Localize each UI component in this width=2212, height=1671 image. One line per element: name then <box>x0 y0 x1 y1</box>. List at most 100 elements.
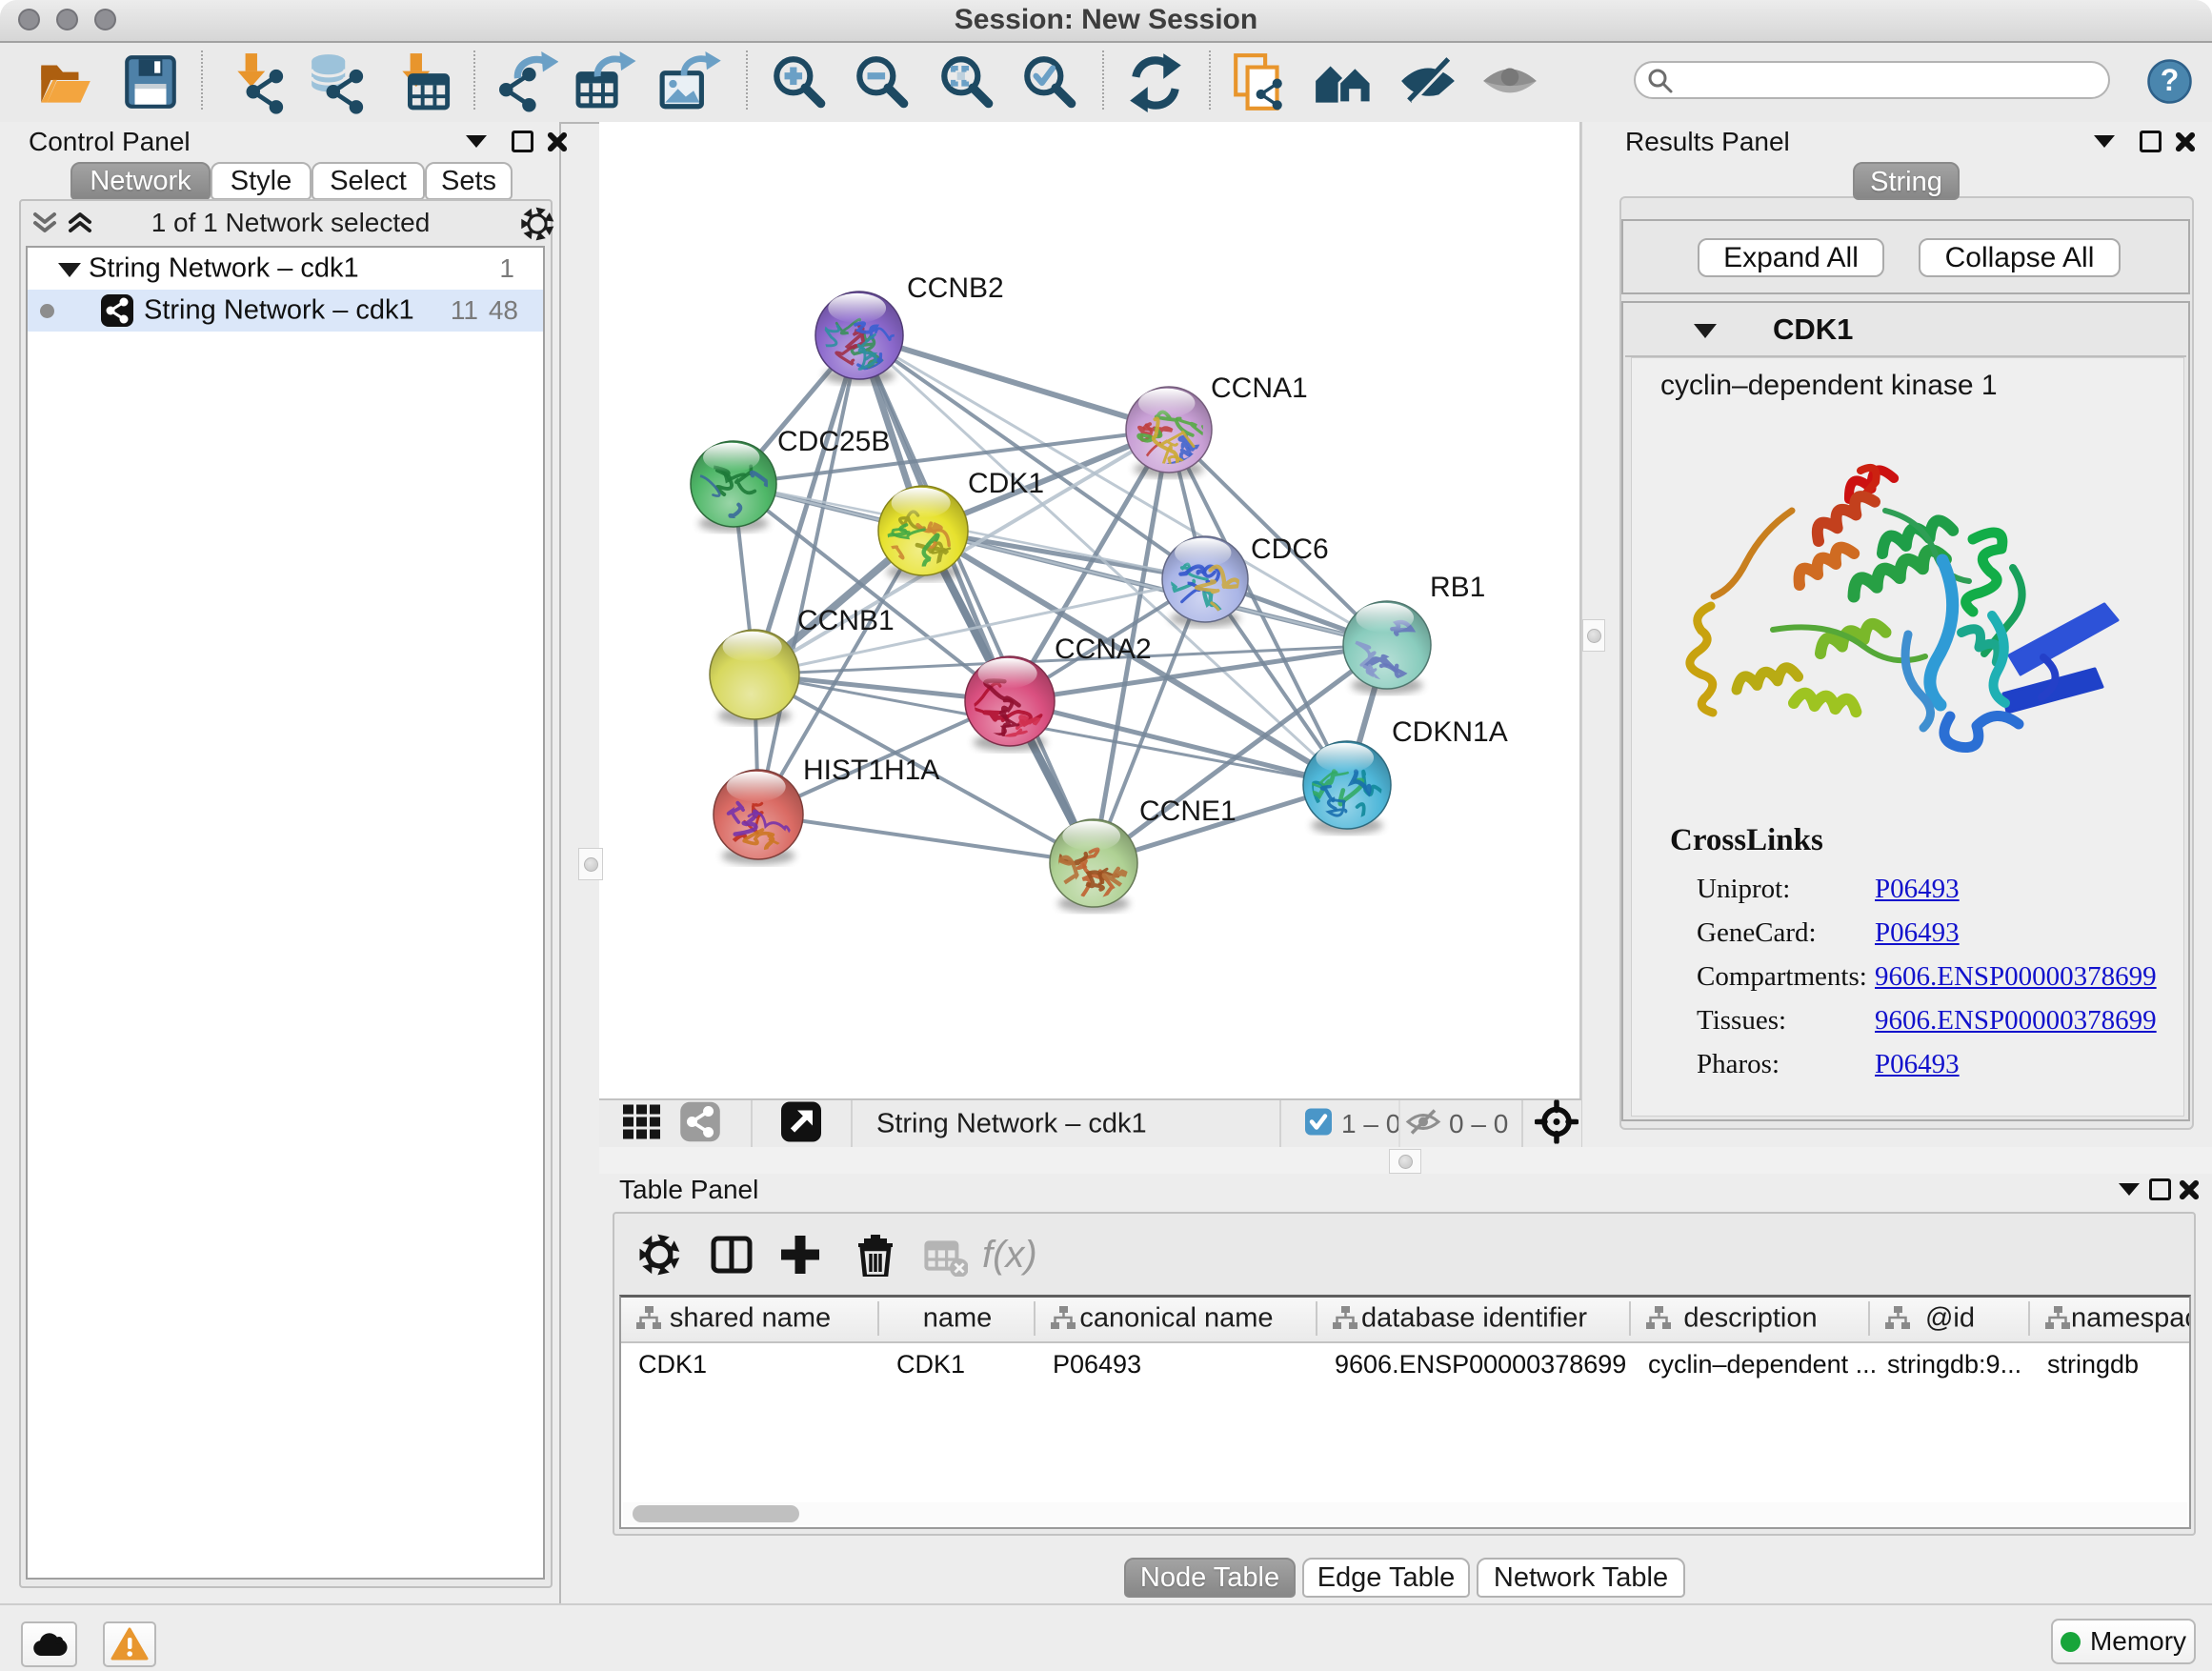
crosslink-row: Pharos: P06493 <box>1697 1049 1780 1080</box>
tab-network-table[interactable]: Network Table <box>1477 1558 1685 1598</box>
expand-all-networks-icon[interactable] <box>64 210 96 238</box>
right-splitter-handle[interactable] <box>1582 619 1605 652</box>
table-delete-icon[interactable] <box>853 1233 896 1277</box>
zoom-in-icon[interactable] <box>768 51 831 114</box>
control-tab-style[interactable]: Style <box>211 162 312 200</box>
search-box[interactable] <box>1634 61 2110 99</box>
selected-checkbox-icon[interactable] <box>1304 1107 1333 1140</box>
table-cell[interactable]: P06493 <box>1053 1343 1316 1385</box>
table-delete-column-icon[interactable] <box>924 1233 968 1277</box>
first-neighbors-icon[interactable] <box>1312 51 1375 114</box>
export-table-icon[interactable] <box>573 51 636 114</box>
netbar-separator <box>1279 1100 1281 1147</box>
table-cell[interactable]: CDK1 <box>638 1343 877 1385</box>
column-header-canonical-name[interactable]: canonical name <box>1036 1298 1317 1339</box>
table-function-icon[interactable]: f(x) <box>980 1233 1066 1277</box>
open-in-browser-icon[interactable] <box>780 1100 822 1147</box>
tab-string[interactable]: String <box>1853 162 1960 200</box>
refresh-icon[interactable] <box>1124 51 1187 114</box>
splitter-dot-icon <box>584 857 598 872</box>
import-table-icon[interactable] <box>392 51 454 114</box>
column-header-shared-name[interactable]: shared name <box>621 1298 879 1339</box>
open-session-icon[interactable] <box>33 51 96 114</box>
node-table[interactable]: shared name name canonical name database… <box>619 1295 2191 1529</box>
memory-button[interactable]: Memory <box>2051 1619 2196 1664</box>
netbar-separator <box>851 1100 853 1147</box>
column-header-namespace[interactable]: namespace <box>2030 1298 2191 1339</box>
crosslink-link[interactable]: 9606.ENSP00000378699 <box>1875 961 2157 993</box>
network-view-toolbar: String Network – cdk1 1 – 0 0 – 0 <box>599 1098 1581 1147</box>
table-cell[interactable]: CDK1 <box>896 1343 1034 1385</box>
zoom-out-icon[interactable] <box>851 51 914 114</box>
collapse-all-networks-icon[interactable] <box>29 210 61 238</box>
collapse-all-button[interactable]: Collapse All <box>1919 238 2121 277</box>
results-panel-float-icon[interactable] <box>2140 131 2162 152</box>
search-input[interactable] <box>1681 65 2095 97</box>
control-panel-close-icon[interactable] <box>547 131 568 152</box>
column-header-database-identifier[interactable]: database identifier <box>1317 1298 1631 1339</box>
network-options-gear-icon[interactable] <box>519 206 555 242</box>
table-add-icon[interactable] <box>778 1233 822 1277</box>
selected-count: 1 – 0 <box>1341 1109 1400 1139</box>
column-header-name[interactable]: name <box>879 1298 1036 1339</box>
table-panel-float-icon[interactable] <box>2149 1178 2171 1200</box>
table-panel-menu-icon[interactable] <box>2119 1183 2140 1196</box>
table-horizontal-scrollbar[interactable] <box>623 1502 2187 1525</box>
expand-all-button[interactable]: Expand All <box>1698 238 1884 277</box>
warnings-button[interactable] <box>103 1621 156 1667</box>
gene-section-header[interactable]: CDK1 <box>1625 305 2186 357</box>
table-cell[interactable]: cyclin–dependent ... <box>1648 1343 1868 1385</box>
table-cell[interactable]: stringdb <box>2047 1343 2191 1385</box>
gene-name-heading: CDK1 <box>1773 312 1853 347</box>
scrollbar-thumb[interactable] <box>633 1505 799 1522</box>
export-network-icon[interactable] <box>495 51 558 114</box>
table-cell[interactable]: 9606.ENSP00000378699 <box>1335 1343 1629 1385</box>
table-columns-icon[interactable] <box>709 1233 753 1277</box>
results-panel-menu-icon[interactable] <box>2094 135 2115 148</box>
import-network-file-icon[interactable] <box>227 51 290 114</box>
column-header-description[interactable]: description <box>1631 1298 1870 1339</box>
show-all-icon[interactable] <box>1479 51 1542 114</box>
network-collection-row[interactable]: String Network – cdk1 1 <box>28 248 543 290</box>
collection-expander-icon[interactable] <box>58 263 81 277</box>
zoom-fit-icon[interactable] <box>935 51 998 114</box>
save-session-icon[interactable] <box>119 51 182 114</box>
crosslink-link[interactable]: P06493 <box>1875 917 1960 949</box>
gene-section-expander-icon[interactable] <box>1694 324 1717 338</box>
network-canvas[interactable]: CCNB2CCNA1CDC25BCDK1CDC6RB1CCNB1CCNA2CDK… <box>599 122 1581 1098</box>
table-cell[interactable]: stringdb:9... <box>1887 1343 2028 1385</box>
export-image-icon[interactable] <box>658 51 721 114</box>
crosslink-label: GeneCard: <box>1697 917 1817 948</box>
control-tab-network[interactable]: Network <box>70 162 211 200</box>
control-panel-float-icon[interactable] <box>512 131 533 152</box>
crosslink-link[interactable]: P06493 <box>1875 1049 1960 1080</box>
import-network-database-icon[interactable] <box>307 51 370 114</box>
svg-text:CCNB1: CCNB1 <box>797 605 895 636</box>
column-header--id[interactable]: @id <box>1870 1298 2030 1339</box>
crosslink-link[interactable]: 9606.ENSP00000378699 <box>1875 1005 2157 1037</box>
fit-selected-icon[interactable] <box>1535 1099 1579 1148</box>
table-gear-icon[interactable] <box>637 1233 681 1277</box>
hide-selected-icon[interactable] <box>1398 51 1460 114</box>
control-panel-menu-icon[interactable] <box>466 135 487 148</box>
help-button[interactable]: ? <box>2147 59 2192 104</box>
memory-status-dot <box>2061 1632 2081 1652</box>
crosslink-label: Compartments: <box>1697 961 1867 992</box>
birds-eye-view-icon[interactable] <box>621 1100 663 1147</box>
tab-edge-table[interactable]: Edge Table <box>1302 1558 1470 1598</box>
splitter-dot-icon <box>1587 629 1601 643</box>
horizontal-splitter-handle[interactable] <box>1389 1149 1421 1174</box>
results-panel-close-icon[interactable] <box>2175 131 2196 152</box>
copy-network-icon[interactable] <box>1230 51 1293 114</box>
network-share-icon[interactable] <box>679 1100 721 1147</box>
tab-node-table[interactable]: Node Table <box>1124 1558 1296 1598</box>
control-tab-sets[interactable]: Sets <box>425 162 513 200</box>
crosslink-link[interactable]: P06493 <box>1875 874 1960 905</box>
left-splitter-handle[interactable] <box>578 848 603 880</box>
table-panel-close-icon[interactable] <box>2179 1179 2200 1200</box>
cloud-button[interactable] <box>21 1621 77 1667</box>
netbar-separator <box>1521 1100 1523 1147</box>
control-tab-select[interactable]: Select <box>312 162 425 200</box>
zoom-selected-icon[interactable] <box>1018 51 1081 114</box>
network-row[interactable]: String Network – cdk1 11 48 <box>28 290 543 332</box>
